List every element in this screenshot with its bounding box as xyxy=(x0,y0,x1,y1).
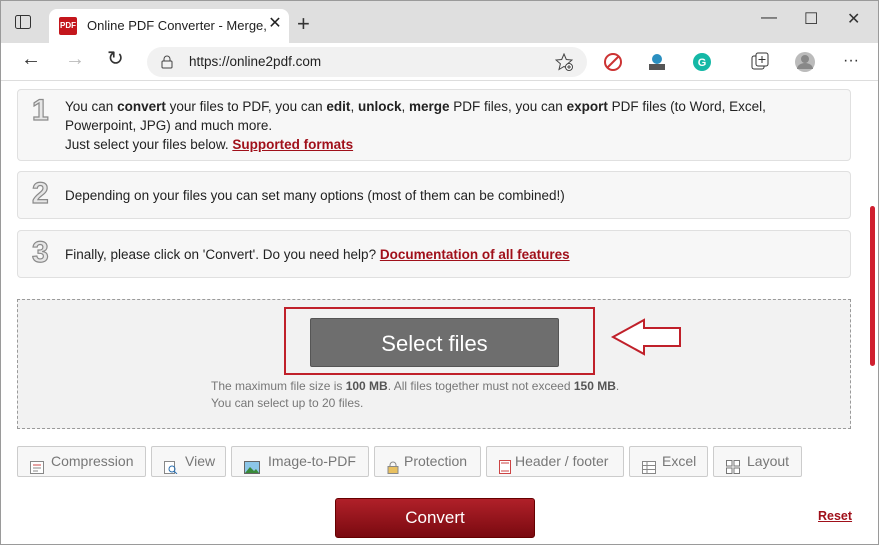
minimize-icon[interactable]: — xyxy=(761,9,777,27)
step-3-box: 3 Finally, please click on 'Convert'. Do… xyxy=(17,230,851,278)
step-2-number: 2 xyxy=(31,176,49,210)
forward-icon[interactable]: → xyxy=(65,49,85,69)
close-tab-icon[interactable]: ✕ xyxy=(267,16,283,32)
layout-icon xyxy=(726,455,740,474)
browser-window: PDF Online PDF Converter - Merge, c ✕ + … xyxy=(0,0,879,545)
new-tab-icon[interactable]: + xyxy=(297,13,310,35)
grammarly-icon[interactable]: G xyxy=(691,51,713,73)
compression-icon xyxy=(30,455,44,474)
tab-title: Online PDF Converter - Merge, c xyxy=(87,18,267,33)
lock-icon[interactable] xyxy=(161,55,173,74)
scrollbar-thumb[interactable] xyxy=(870,206,875,366)
collections-icon[interactable] xyxy=(749,51,771,73)
page-content: 1 You can convert your files to PDF, you… xyxy=(1,81,878,544)
select-files-button[interactable]: Select files xyxy=(310,318,559,367)
option-layout-button[interactable]: Layout xyxy=(713,446,802,477)
browser-toolbar: ← → ↻ https://online2pdf.com G ··· xyxy=(1,43,878,81)
reset-link[interactable]: Reset xyxy=(818,509,852,523)
address-bar[interactable]: https://online2pdf.com xyxy=(147,47,587,77)
step-3-number: 3 xyxy=(31,235,49,269)
svg-text:G: G xyxy=(698,57,707,69)
convert-button[interactable]: Convert xyxy=(335,498,535,538)
max-size-info: The maximum file size is 100 MB. All fil… xyxy=(211,379,620,393)
left-arrow-icon xyxy=(610,317,684,362)
pdf-favicon-icon: PDF xyxy=(59,17,77,35)
add-favorite-icon[interactable] xyxy=(554,52,574,76)
excel-icon xyxy=(642,455,656,474)
step-3-text: Finally, please click on 'Convert'. Do y… xyxy=(65,247,570,262)
header-footer-icon xyxy=(499,455,513,474)
option-header-footer-button[interactable]: Header / footer xyxy=(486,446,624,477)
lock-icon xyxy=(387,455,401,474)
maximize-icon[interactable]: ☐ xyxy=(804,9,818,29)
documentation-link[interactable]: Documentation of all features xyxy=(380,247,570,262)
extension-red-icon[interactable] xyxy=(602,51,624,73)
close-window-icon[interactable]: ✕ xyxy=(847,9,860,29)
option-view-button[interactable]: View xyxy=(151,446,226,477)
image-icon xyxy=(244,455,260,474)
view-icon xyxy=(164,455,178,475)
step-1-box: 1 You can convert your files to PDF, you… xyxy=(17,89,851,161)
option-excel-button[interactable]: Excel xyxy=(629,446,708,477)
tab-actions-icon[interactable] xyxy=(15,15,31,29)
refresh-icon[interactable]: ↻ xyxy=(107,49,124,69)
option-protection-button[interactable]: Protection xyxy=(374,446,481,477)
tab-strip: PDF Online PDF Converter - Merge, c ✕ + … xyxy=(1,1,878,43)
step-2-box: 2 Depending on your files you can set ma… xyxy=(17,171,851,219)
url-text: https://online2pdf.com xyxy=(189,54,322,69)
profile-avatar-icon[interactable] xyxy=(794,51,816,73)
supported-formats-link[interactable]: Supported formats xyxy=(232,137,353,152)
file-count-info: You can select up to 20 files. xyxy=(211,396,364,410)
option-image-to-pdf-button[interactable]: Image-to-PDF xyxy=(231,446,369,477)
step-1-text: You can convert your files to PDF, you c… xyxy=(65,99,766,152)
step-1-number: 1 xyxy=(31,93,49,127)
step-2-text: Depending on your files you can set many… xyxy=(65,188,565,203)
option-compression-button[interactable]: Compression xyxy=(17,446,146,477)
back-icon[interactable]: ← xyxy=(21,49,41,69)
tab-online-pdf-converter[interactable]: PDF Online PDF Converter - Merge, c ✕ xyxy=(49,9,289,43)
more-menu-icon[interactable]: ··· xyxy=(843,51,865,73)
extension-blue-icon[interactable] xyxy=(646,51,668,73)
